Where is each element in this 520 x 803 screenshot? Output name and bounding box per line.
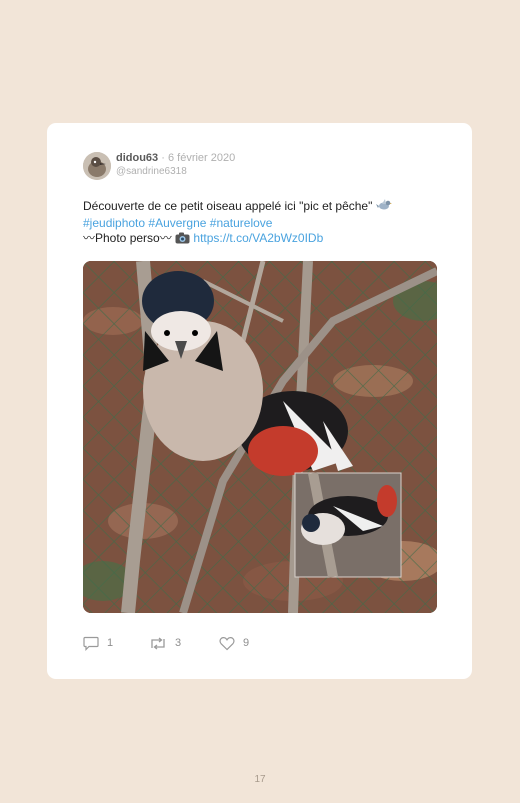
retweet-icon (151, 636, 165, 650)
hashtags[interactable]: #jeudiphoto #Auvergne #naturelove (83, 216, 272, 230)
retweet-count: 3 (175, 637, 182, 649)
tweet-text-line-3: 〰Photo perso〰 (83, 231, 172, 245)
tweet-text: Découverte de ce petit oiseau appelé ici… (83, 198, 443, 248)
display-name[interactable]: didou63 (116, 152, 158, 164)
heart-icon (219, 636, 235, 650)
avatar[interactable] (83, 152, 111, 180)
tweet-date[interactable]: 6 février 2020 (168, 152, 235, 164)
username[interactable]: @sandrine6318 (116, 165, 235, 178)
reply-button[interactable]: 1 (83, 633, 113, 653)
page-number: 17 (254, 774, 266, 785)
tweet-header: didou63 · 6 février 2020 @sandrine6318 (116, 152, 235, 178)
retweet-button[interactable]: 3 (149, 633, 181, 653)
separator: · (161, 152, 165, 164)
bird-emoji-icon (375, 198, 392, 216)
like-button[interactable]: 9 (219, 633, 249, 653)
reply-icon (83, 636, 99, 651)
like-count: 9 (243, 637, 250, 649)
tweet-card: didou63 · 6 février 2020 @sandrine6318 D… (47, 123, 472, 679)
tweet-text-line-1: Découverte de ce petit oiseau appelé ici… (83, 199, 373, 213)
tweet-link[interactable]: https://t.co/VA2bWz0IDb (193, 231, 323, 245)
reply-count: 1 (107, 637, 114, 649)
tweet-photo[interactable] (83, 261, 437, 613)
camera-emoji-icon (175, 232, 190, 248)
